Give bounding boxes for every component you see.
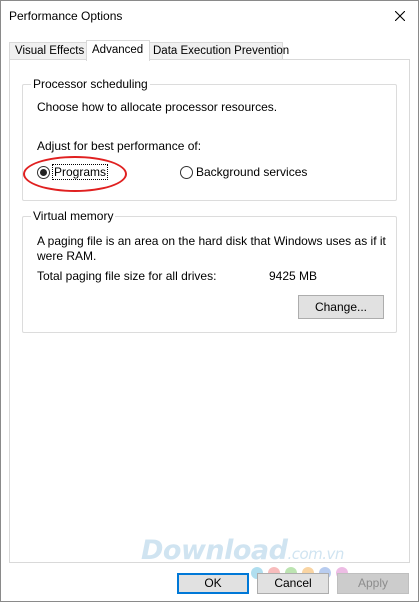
performance-options-window: Performance Options Visual Effects Advan… bbox=[0, 0, 419, 602]
watermark-main: Download bbox=[141, 535, 288, 566]
title-bar[interactable]: Performance Options bbox=[1, 1, 418, 31]
tab-data-execution-prevention-label: Data Execution Prevention bbox=[153, 45, 290, 57]
ok-button[interactable]: OK bbox=[177, 573, 249, 594]
watermark-logo: Download.com.vn bbox=[141, 535, 344, 566]
window-title: Performance Options bbox=[9, 9, 123, 23]
advanced-tab-panel: Processor scheduling Choose how to alloc… bbox=[9, 59, 410, 563]
virtual-memory-description-line1: A paging file is an area on the hard dis… bbox=[37, 234, 386, 248]
watermark-suffix: .com.vn bbox=[287, 545, 344, 563]
change-button[interactable]: Change... bbox=[298, 295, 384, 319]
processor-scheduling-description: Choose how to allocate processor resourc… bbox=[37, 100, 278, 114]
highlight-ellipse bbox=[23, 156, 127, 192]
virtual-memory-title: Virtual memory bbox=[31, 209, 116, 223]
total-paging-size-label: Total paging file size for all drives: bbox=[37, 269, 217, 283]
tab-visual-effects[interactable]: Visual Effects bbox=[9, 42, 89, 60]
tab-advanced-label: Advanced bbox=[92, 44, 144, 56]
background-services-radio[interactable] bbox=[180, 166, 193, 179]
background-services-radio-label[interactable]: Background services bbox=[196, 165, 307, 179]
adjust-performance-label: Adjust for best performance of: bbox=[37, 139, 202, 153]
tab-data-execution-prevention[interactable]: Data Execution Prevention bbox=[147, 42, 289, 60]
apply-button[interactable]: Apply bbox=[337, 573, 409, 594]
total-paging-size-value: 9425 MB bbox=[269, 269, 318, 283]
tab-advanced[interactable]: Advanced bbox=[86, 40, 150, 61]
cancel-button[interactable]: Cancel bbox=[257, 573, 329, 594]
tab-visual-effects-label: Visual Effects bbox=[15, 45, 85, 57]
processor-scheduling-title: Processor scheduling bbox=[31, 77, 150, 91]
close-icon[interactable] bbox=[382, 1, 418, 31]
virtual-memory-description-line2: were RAM. bbox=[37, 249, 97, 263]
